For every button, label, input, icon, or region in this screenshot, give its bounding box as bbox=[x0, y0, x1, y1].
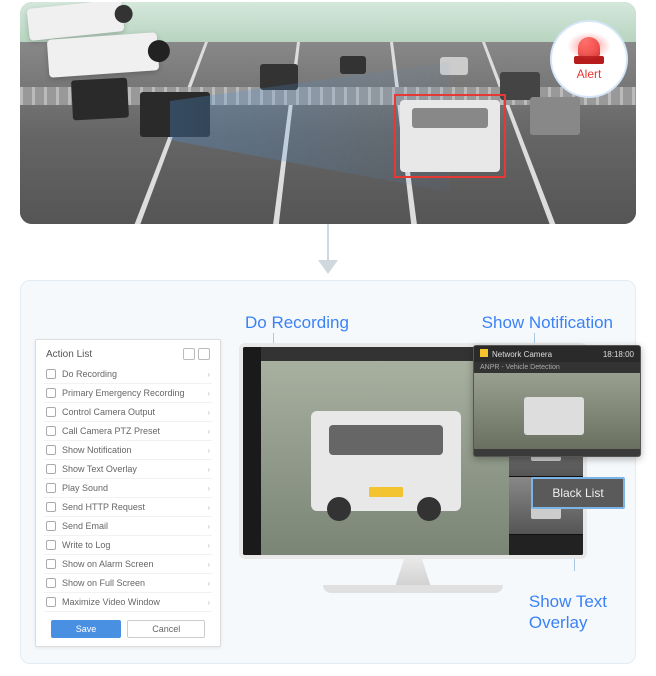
action-item-label: Show Text Overlay bbox=[62, 464, 207, 474]
chevron-right-icon: › bbox=[207, 598, 210, 607]
chevron-right-icon: › bbox=[207, 579, 210, 588]
checkbox[interactable] bbox=[46, 388, 56, 398]
action-item-label: Show on Full Screen bbox=[62, 578, 207, 588]
checkbox[interactable] bbox=[46, 464, 56, 474]
notification-thumbnail bbox=[474, 373, 640, 449]
bullet-camera bbox=[47, 32, 159, 78]
checkbox[interactable] bbox=[46, 597, 56, 607]
checkbox[interactable] bbox=[46, 502, 56, 512]
callout-recording: Do Recording bbox=[245, 313, 349, 333]
action-list-item[interactable]: Play Sound› bbox=[44, 479, 212, 498]
action-item-label: Play Sound bbox=[62, 483, 207, 493]
chevron-down-icon bbox=[318, 260, 338, 274]
vehicle bbox=[500, 72, 540, 100]
action-list-item[interactable]: Show Text Overlay› bbox=[44, 460, 212, 479]
save-button[interactable]: Save bbox=[51, 620, 122, 638]
checkbox[interactable] bbox=[46, 445, 56, 455]
cancel-button[interactable]: Cancel bbox=[127, 620, 205, 638]
vehicle bbox=[530, 97, 580, 135]
chevron-right-icon: › bbox=[207, 541, 210, 550]
action-item-label: Send Email bbox=[62, 521, 207, 531]
chevron-right-icon: › bbox=[207, 503, 210, 512]
action-list-item[interactable]: Show on Full Screen› bbox=[44, 574, 212, 593]
action-list-item[interactable]: Control Camera Output› bbox=[44, 403, 212, 422]
expand-icon[interactable] bbox=[198, 348, 210, 360]
action-item-label: Control Camera Output bbox=[62, 407, 207, 417]
checkbox[interactable] bbox=[46, 578, 56, 588]
ir-illuminator bbox=[71, 78, 129, 121]
action-item-label: Show Notification bbox=[62, 445, 207, 455]
header-controls bbox=[183, 348, 210, 360]
notification-subtitle: ANPR - Vehicle Detection bbox=[474, 362, 640, 373]
callout-notification: Show Notification bbox=[482, 313, 613, 333]
highway-detection-panel: Alert bbox=[20, 2, 636, 224]
action-list-item[interactable]: Call Camera PTZ Preset› bbox=[44, 422, 212, 441]
chevron-right-icon: › bbox=[207, 522, 210, 531]
notification-popup[interactable]: Network Camera 18:18:00 ANPR - Vehicle D… bbox=[473, 345, 641, 457]
action-list-item[interactable]: Maximize Video Window› bbox=[44, 593, 212, 612]
action-item-label: Maximize Video Window bbox=[62, 597, 207, 607]
camera-cluster bbox=[20, 2, 188, 104]
alert-label: Alert bbox=[577, 67, 602, 81]
chevron-right-icon: › bbox=[207, 484, 210, 493]
alert-badge: Alert bbox=[550, 20, 628, 98]
action-list-items: Do Recording›Primary Emergency Recording… bbox=[36, 365, 220, 612]
chevron-right-icon: › bbox=[207, 465, 210, 474]
detection-bounding-box bbox=[394, 94, 506, 178]
action-list-item[interactable]: Primary Emergency Recording› bbox=[44, 384, 212, 403]
license-plate bbox=[369, 487, 403, 497]
chevron-right-icon: › bbox=[207, 427, 210, 436]
flow-connector bbox=[318, 224, 338, 274]
checkbox[interactable] bbox=[46, 426, 56, 436]
action-list-item[interactable]: Send Email› bbox=[44, 517, 212, 536]
action-list-item[interactable]: Write to Log› bbox=[44, 536, 212, 555]
chevron-right-icon: › bbox=[207, 446, 210, 455]
chevron-right-icon: › bbox=[207, 408, 210, 417]
action-list-item[interactable]: Send HTTP Request› bbox=[44, 498, 212, 517]
chevron-right-icon: › bbox=[207, 370, 210, 379]
checkbox[interactable] bbox=[46, 559, 56, 569]
action-list-item[interactable]: Show Notification› bbox=[44, 441, 212, 460]
action-item-label: Write to Log bbox=[62, 540, 207, 550]
checkbox[interactable] bbox=[46, 369, 56, 379]
monitor-stand bbox=[383, 559, 443, 587]
siren-glow bbox=[567, 32, 611, 60]
detected-vehicle bbox=[311, 411, 461, 511]
action-list-dialog: Action List Do Recording›Primary Emergen… bbox=[35, 339, 221, 647]
camera-icon bbox=[480, 349, 488, 357]
vehicle bbox=[340, 56, 366, 74]
checkbox[interactable] bbox=[46, 407, 56, 417]
action-item-label: Call Camera PTZ Preset bbox=[62, 426, 207, 436]
chevron-right-icon: › bbox=[207, 560, 210, 569]
notification-time: 18:18:00 bbox=[603, 350, 634, 359]
chevron-right-icon: › bbox=[207, 389, 210, 398]
action-list-item[interactable]: Do Recording› bbox=[44, 365, 212, 384]
app-sidebar bbox=[243, 347, 261, 555]
monitor-base bbox=[323, 585, 503, 593]
text-overlay-tag: Black List bbox=[531, 477, 625, 509]
notification-header: Network Camera 18:18:00 bbox=[474, 346, 640, 362]
notification-title: Network Camera bbox=[480, 349, 552, 359]
action-item-label: Primary Emergency Recording bbox=[62, 388, 207, 398]
checkbox[interactable] bbox=[46, 483, 56, 493]
dialog-buttons: Save Cancel bbox=[36, 620, 220, 638]
collapse-icon[interactable] bbox=[183, 348, 195, 360]
action-config-panel: Do Recording Show Notification Show Text… bbox=[20, 280, 636, 664]
action-list-title: Action List bbox=[46, 349, 92, 360]
action-list-header: Action List bbox=[36, 340, 220, 365]
action-item-label: Do Recording bbox=[62, 369, 207, 379]
action-item-label: Send HTTP Request bbox=[62, 502, 207, 512]
action-list-item[interactable]: Show on Alarm Screen› bbox=[44, 555, 212, 574]
checkbox[interactable] bbox=[46, 521, 56, 531]
checkbox[interactable] bbox=[46, 540, 56, 550]
action-item-label: Show on Alarm Screen bbox=[62, 559, 207, 569]
connector-line bbox=[327, 224, 329, 260]
